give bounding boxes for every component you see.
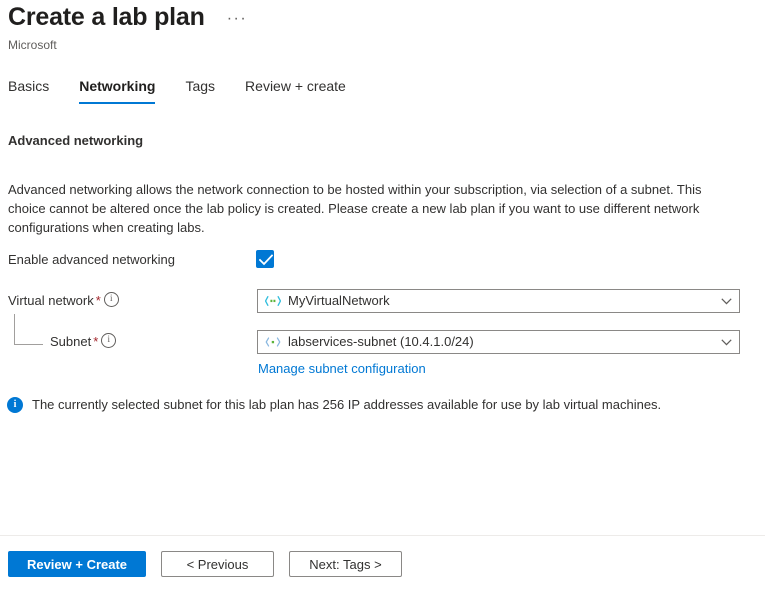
tab-basics[interactable]: Basics — [8, 76, 49, 104]
checkmark-icon — [259, 254, 273, 266]
enable-advanced-networking-checkbox[interactable] — [256, 250, 274, 268]
chevron-down-icon[interactable] — [713, 339, 739, 346]
subnet-label-text: Subnet — [50, 334, 91, 349]
required-indicator: * — [91, 334, 99, 349]
subnet-value: labservices-subnet (10.4.1.0/24) — [288, 333, 713, 351]
footer-actions: Review + Create < Previous Next: Tags > — [8, 551, 402, 577]
virtual-network-info-icon[interactable] — [104, 292, 119, 307]
tree-connector-line — [14, 314, 43, 345]
title-row: Create a lab plan ··· — [8, 2, 765, 32]
subnet-dropdown[interactable]: labservices-subnet (10.4.1.0/24) — [257, 330, 740, 354]
more-options-icon[interactable]: ··· — [227, 14, 247, 24]
info-message-text: The currently selected subnet for this l… — [32, 396, 661, 414]
chevron-down-icon[interactable] — [713, 298, 739, 305]
subnet-icon — [265, 335, 281, 349]
virtual-network-value: MyVirtualNetwork — [288, 292, 713, 310]
virtual-network-label: Virtual network* — [8, 292, 119, 310]
wizard-tabs: Basics Networking Tags Review + create — [8, 76, 346, 104]
manage-subnet-configuration-link[interactable]: Manage subnet configuration — [258, 360, 426, 378]
row-enable-advanced-networking: Enable advanced networking — [0, 248, 765, 289]
row-virtual-network: Virtual network* MyVirtualNetwork — [0, 289, 765, 330]
tab-networking[interactable]: Networking — [79, 76, 155, 104]
virtual-network-label-text: Virtual network — [8, 293, 94, 308]
review-create-button[interactable]: Review + Create — [8, 551, 146, 577]
page-subtitle: Microsoft — [8, 37, 765, 53]
section-description: Advanced networking allows the network c… — [8, 180, 708, 237]
next-tags-button[interactable]: Next: Tags > — [289, 551, 402, 577]
enable-advanced-networking-label: Enable advanced networking — [8, 251, 175, 269]
subnet-info-icon[interactable] — [101, 333, 116, 348]
footer-divider — [0, 535, 765, 536]
page-title: Create a lab plan — [8, 2, 205, 32]
virtual-network-dropdown[interactable]: MyVirtualNetwork — [257, 289, 740, 313]
previous-button[interactable]: < Previous — [161, 551, 274, 577]
section-heading: Advanced networking — [8, 132, 143, 150]
tab-review-create[interactable]: Review + create — [245, 76, 346, 104]
info-circle-icon — [7, 397, 23, 413]
virtual-network-icon — [265, 294, 281, 308]
networking-form: Enable advanced networking Virtual netwo… — [0, 248, 765, 371]
tab-tags[interactable]: Tags — [185, 76, 215, 104]
page-header: Create a lab plan ··· Microsoft — [8, 2, 765, 53]
required-indicator: * — [94, 293, 102, 308]
info-message: The currently selected subnet for this l… — [7, 396, 661, 414]
subnet-label: Subnet* — [50, 333, 116, 351]
